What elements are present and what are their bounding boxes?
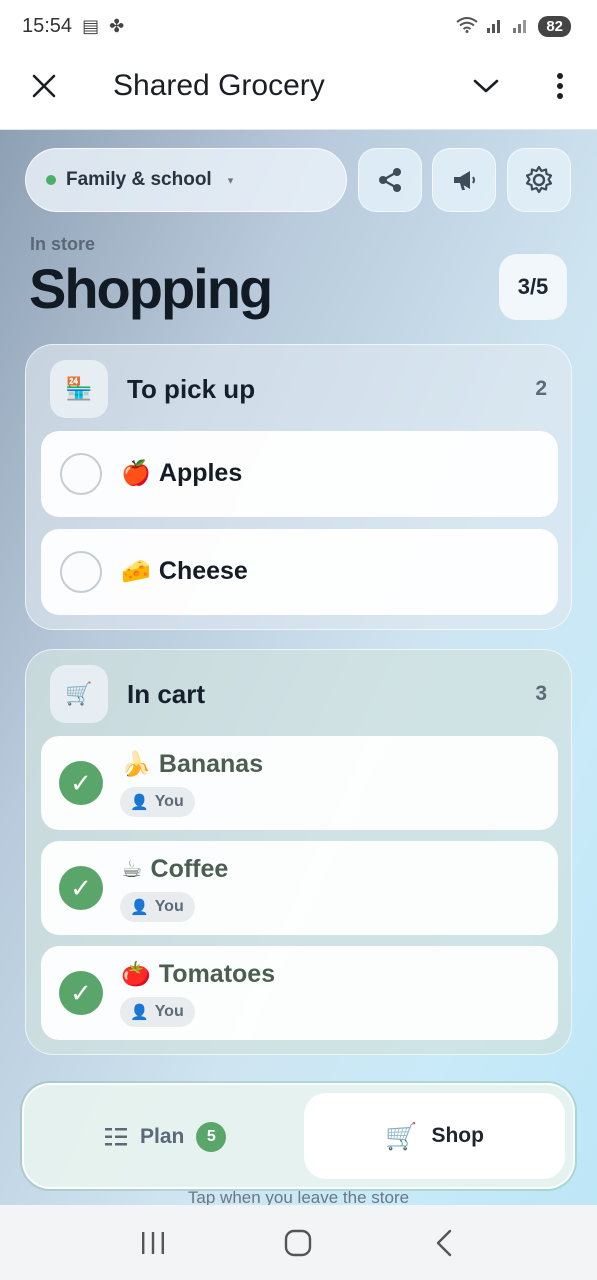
item-name: 🍎 Apples (121, 459, 243, 487)
more-options-button[interactable] (542, 68, 578, 104)
signal-icon-2 (512, 17, 530, 36)
status-bar: 15:54 ▤ ✤ 82 (0, 0, 597, 52)
app-title: Shared Grocery (113, 69, 325, 102)
checkbox-checked[interactable]: ✓ (59, 866, 103, 910)
banana-icon: 🍌 (121, 751, 151, 778)
system-nav-bar (0, 1205, 597, 1280)
back-button[interactable] (414, 1213, 474, 1273)
recents-button[interactable] (123, 1213, 183, 1273)
coffee-icon: ☕ (121, 856, 143, 883)
battery-indicator: 82 (538, 15, 571, 37)
section-to-pick-up: 🏪 To pick up 2 🍎 Apples 🧀 Cheese (25, 344, 572, 630)
list-item[interactable]: ✓ 🍅 Tomatoes 👤 You (41, 946, 558, 1040)
close-icon (32, 74, 56, 98)
gear-icon (525, 165, 553, 194)
back-icon (436, 1229, 452, 1256)
page-title: Shopping (29, 257, 273, 320)
section-in-cart: 🛒 In cart 3 ✓ 🍌 Bananas 👤 You ✓ ☕ Coffee 👤 Y… (25, 649, 572, 1055)
item-name: 🧀 Cheese (121, 557, 248, 585)
section-count: 3 (535, 682, 547, 705)
item-name: ☕ Coffee (121, 855, 229, 883)
plan-count-badge: 5 (196, 1122, 227, 1152)
list-item[interactable]: 🧀 Cheese (41, 529, 558, 615)
shopping-cart-icon: 🛒 (385, 1120, 418, 1151)
checkbox-checked[interactable]: ✓ (59, 761, 103, 805)
cart-icon: 🛒 (50, 665, 108, 723)
chevron-down-icon (473, 79, 499, 93)
checkbox-unchecked[interactable] (60, 453, 102, 495)
signal-icon (486, 17, 504, 36)
home-icon (285, 1229, 312, 1256)
list-switcher-button[interactable] (468, 68, 504, 104)
list-status-dot (46, 175, 56, 185)
progress-counter: 3/5 (499, 254, 567, 320)
settings-button[interactable] (507, 148, 571, 212)
status-right: 82 (456, 15, 571, 37)
added-by-badge: 👤 You (120, 997, 195, 1027)
item-name: 🍅 Tomatoes (121, 960, 276, 988)
section-count: 2 (535, 377, 547, 400)
tab-plan-label: Plan (140, 1125, 185, 1148)
fan-icon: ✤ (109, 15, 125, 36)
list-item[interactable]: ✓ ☕ Coffee 👤 You (41, 841, 558, 935)
list-item[interactable]: ✓ 🍌 Bananas 👤 You (41, 736, 558, 830)
person-icon: 👤 (130, 899, 149, 916)
section-header: 🏪 To pick up 2 (26, 345, 571, 431)
list-name: Family & school (66, 169, 212, 190)
leave-store-hint: Tap when you leave the store (187, 1188, 410, 1205)
tomato-icon: 🍅 (121, 961, 151, 988)
megaphone-icon (454, 171, 475, 190)
share-button[interactable] (358, 148, 422, 212)
calendar-icon: ▤ (82, 15, 100, 36)
list-selector[interactable]: Family & school ▾ (25, 148, 347, 212)
close-button[interactable] (26, 68, 62, 104)
added-by-badge: 👤 You (120, 787, 195, 817)
announce-button[interactable] (432, 148, 496, 212)
wifi-icon (456, 16, 478, 36)
list-item[interactable]: 🍎 Apples (41, 431, 558, 517)
main-content: Family & school ▾ In store Shopping 3/5 … (0, 130, 597, 1205)
status-left: 15:54 ▤ ✤ (22, 15, 124, 38)
recents-icon (141, 1231, 164, 1254)
added-by-badge: 👤 You (120, 892, 195, 922)
store-icon: 🏪 (50, 360, 108, 418)
person-icon: 👤 (130, 1004, 149, 1021)
item-name: 🍌 Bananas (121, 750, 264, 778)
checkbox-checked[interactable]: ✓ (59, 971, 103, 1015)
more-vertical-icon (557, 73, 563, 99)
section-title: In cart (127, 679, 206, 709)
tab-plan[interactable]: Plan 5 (104, 1122, 227, 1152)
section-header: 🛒 In cart 3 (26, 650, 571, 736)
share-icon (379, 168, 401, 192)
mode-switcher: Plan 5 🛒 Shop (22, 1083, 575, 1189)
checkbox-unchecked[interactable] (60, 551, 102, 593)
caret-down-icon: ▾ (227, 174, 234, 187)
apple-icon: 🍎 (121, 460, 151, 487)
app-bar: Shared Grocery (0, 52, 597, 130)
tab-shop-label: Shop (431, 1124, 484, 1147)
section-title: To pick up (127, 374, 256, 404)
home-button[interactable] (268, 1213, 328, 1273)
mode-subtitle: In store (30, 234, 96, 254)
list-icon (105, 1128, 127, 1146)
person-icon: 👤 (130, 794, 149, 811)
status-time: 15:54 (22, 14, 73, 37)
tab-shop[interactable]: 🛒 Shop (304, 1093, 565, 1179)
cheese-icon: 🧀 (121, 558, 151, 585)
